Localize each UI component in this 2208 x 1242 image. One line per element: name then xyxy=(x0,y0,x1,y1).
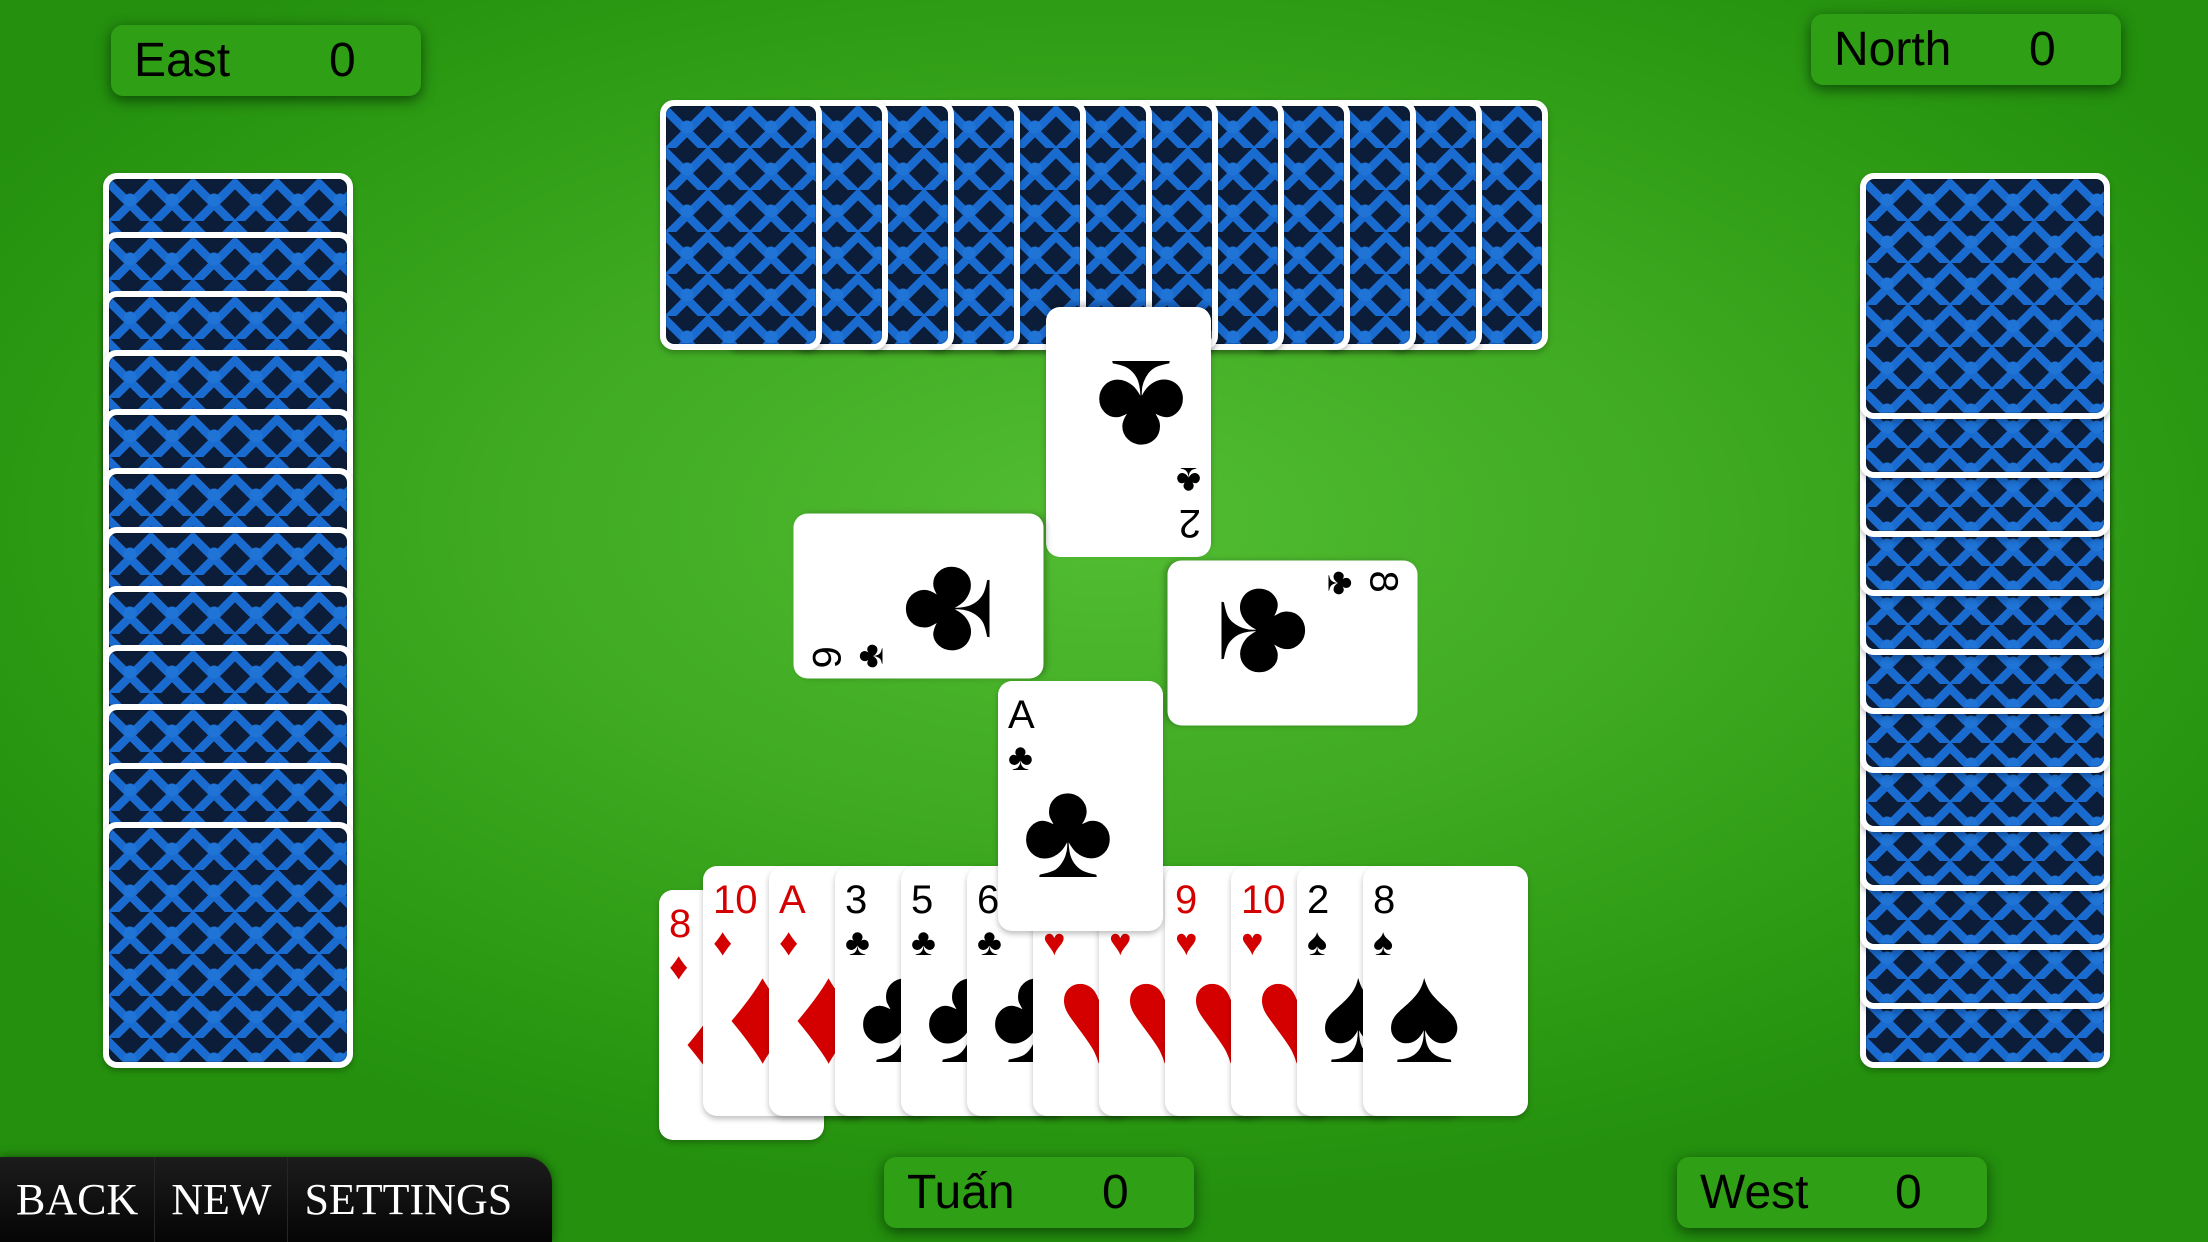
club-icon: ♣ xyxy=(1191,584,1349,677)
score-box-east: East 0 xyxy=(111,25,421,96)
bottom-nav-bar: BACK NEW SETTINGS xyxy=(0,1157,552,1242)
player-score-north: 0 xyxy=(2029,23,2056,76)
player-name-west: West xyxy=(1700,1166,1809,1219)
card-rank: 8 xyxy=(669,902,692,946)
trick-card-north: 2 ♣ ♣ xyxy=(1046,307,1211,557)
player-name-north: North xyxy=(1834,23,1952,76)
trick-card-south: A ♣ ♣ xyxy=(998,681,1163,931)
score-box-west: West 0 xyxy=(1677,1157,1987,1228)
card-rank: 8 xyxy=(1373,878,1396,922)
card-rank: 9 xyxy=(805,646,850,669)
club-icon: ♣ xyxy=(862,562,1020,655)
card-rank: 2 xyxy=(1307,878,1330,922)
back-button[interactable]: BACK xyxy=(0,1157,156,1242)
card-rank: 10 xyxy=(713,878,758,922)
hand-card[interactable]: 8 ♠ ♠ xyxy=(1363,866,1528,1116)
card-rank: 9 xyxy=(1175,878,1198,922)
card-rank: 10 xyxy=(1241,878,1286,922)
settings-button[interactable]: SETTINGS xyxy=(288,1157,528,1242)
player-score-south: 0 xyxy=(1102,1166,1129,1219)
player-name-south: Tuấn xyxy=(907,1166,1015,1219)
club-icon: ♣ xyxy=(1095,331,1187,488)
player-name-east: East xyxy=(134,34,231,87)
new-game-button[interactable]: NEW xyxy=(155,1157,289,1242)
card-rank: 2 xyxy=(1178,501,1201,545)
north-card-back xyxy=(660,100,822,350)
card-rank: 8 xyxy=(1361,570,1406,593)
card-rank: A xyxy=(1008,693,1035,737)
west-card-back xyxy=(1860,173,2110,419)
trick-card-east: 9 ♣ ♣ xyxy=(793,513,1044,679)
spade-icon: ♠ xyxy=(1387,935,1462,1092)
score-box-north: North 0 xyxy=(1811,14,2121,85)
card-rank: 5 xyxy=(911,878,934,922)
trick-card-west: 8 ♣ ♣ xyxy=(1167,560,1418,726)
club-icon: ♣ xyxy=(1022,750,1114,907)
player-score-east: 0 xyxy=(329,34,356,87)
east-card-back xyxy=(103,822,353,1068)
card-rank: 3 xyxy=(845,878,868,922)
score-box-south: Tuấn 0 xyxy=(884,1157,1194,1228)
card-rank: 6 xyxy=(977,878,1000,922)
card-rank: A xyxy=(779,878,806,922)
player-score-west: 0 xyxy=(1895,1166,1922,1219)
